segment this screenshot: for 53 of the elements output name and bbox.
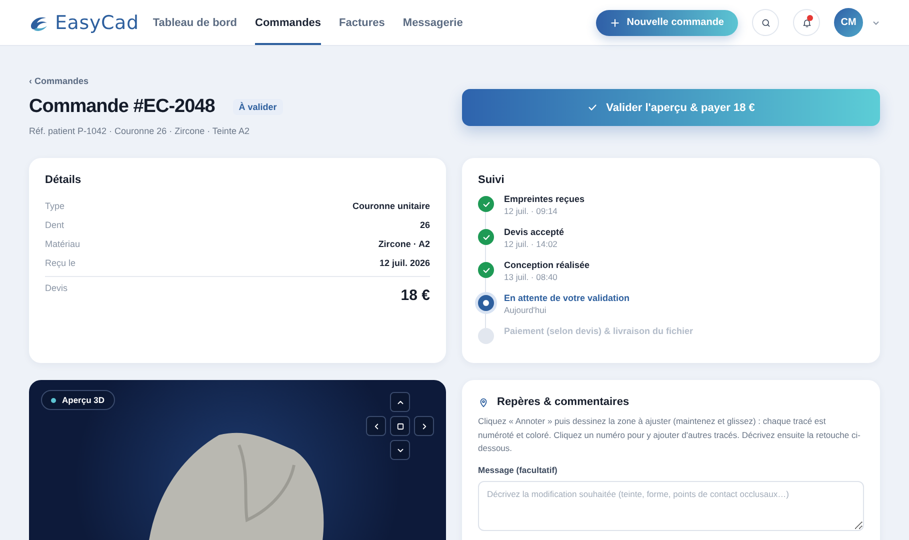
detail-value: Couronne unitaire [352,200,430,210]
detail-value: Zircone · A2 [378,238,430,248]
step-time: 12 juil. · 14:02 [504,239,558,249]
new-order-button[interactable]: Nouvelle commande [596,10,738,36]
detail-label: Reçu le [45,258,76,268]
breadcrumb-link[interactable]: ‹ Commandes [29,76,89,86]
step-title: Paiement (selon devis) & livraison du fichier [504,326,694,336]
bell-icon [802,18,812,28]
plus-icon [610,18,620,28]
field-label: Message (facultatif) [478,464,558,474]
help-text: Cliquez « Annoter » puis dessinez la zone à ajuster (maintenez et glissez) : chaque tracé est numéroté et coloré. Cliquez un numéro pour y ajouter d'autres tracés. Décrivez ensuite la retouche ci-dessous. [478,415,862,455]
status-dot-icon [51,398,56,402]
map-pin-icon [478,396,489,408]
nav-tab[interactable]: Factures [339,0,385,45]
reset-view-button[interactable] [390,416,410,436]
card-title: Détails [45,174,82,186]
order-subtitle: Réf. patient P-1042 · Couronne 26 · Zircone · Teinte A2 [29,126,250,136]
step-time: 12 juil. · 09:14 [504,206,558,216]
step-title: En attente de votre validation [504,293,630,303]
page-title: Commande #EC-2048 [29,96,215,118]
detail-value: 12 juil. 2026 [379,258,430,268]
check-icon [482,200,490,208]
check-icon [482,232,490,242]
dot-icon [483,300,489,306]
step-time: Aujourd'hui [504,305,548,315]
notifications-button[interactable] [793,9,820,36]
square-icon [396,422,404,430]
step-title: Empreintes reçues [504,194,585,204]
check-icon [587,102,598,113]
user-avatar[interactable]: CM [834,8,863,37]
search-icon [760,18,770,28]
card-title: Repères & commentaires [497,396,630,408]
3d-viewer[interactable]: Aperçu 3D [29,380,446,540]
card-title: Suivi [478,174,506,186]
nav-tab[interactable]: Commandes [255,0,322,45]
quote-amount: 18 € [400,287,430,304]
nav-tab[interactable]: Tableau de bord [152,0,238,45]
detail-label: Type [45,200,65,210]
detail-label: Matériau [45,238,80,248]
step-time: 13 juil. · 08:40 [504,272,558,282]
detail-value: 26 [420,220,430,230]
detail-label: Dent [45,220,64,230]
logo-text: EasyCad [55,12,139,34]
message-field[interactable]: Décrivez la modification souhaitée (teinte, forme, points de contact occlusaux…) [478,480,864,530]
step-title: Conception réalisée [504,260,590,270]
status-badge: À valider [232,99,283,115]
preview-3d-label: Aperçu 3D [41,390,115,410]
search-button[interactable] [752,9,779,36]
detail-label: Devis [45,283,68,293]
check-icon [482,266,490,274]
nav-tab[interactable]: Messagerie [402,0,463,45]
step-title: Devis accepté [504,227,564,237]
validate-button[interactable]: Valider l'aperçu & payer 18 € [462,89,880,126]
